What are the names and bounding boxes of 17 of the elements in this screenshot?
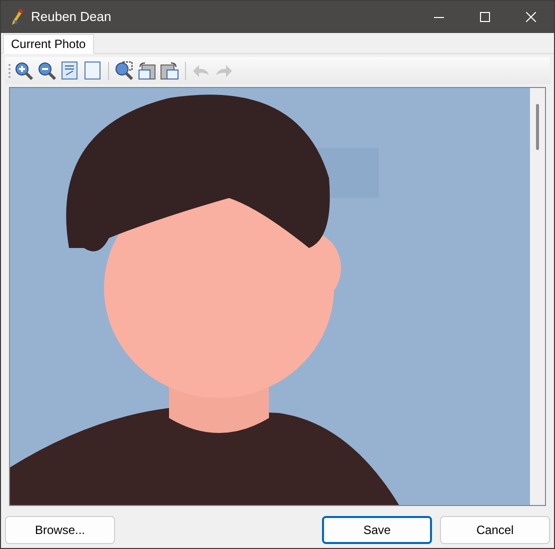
- rotate-right-icon[interactable]: [160, 60, 180, 80]
- rotate-left-icon[interactable]: [137, 60, 157, 80]
- close-icon: [526, 12, 536, 22]
- zoom-out-icon[interactable]: [37, 60, 57, 80]
- toolbar-grip-icon: [8, 62, 11, 78]
- minimize-icon: [434, 16, 444, 18]
- save-button[interactable]: Save: [322, 516, 432, 544]
- maximize-icon: [480, 12, 490, 22]
- browse-button[interactable]: Browse...: [5, 516, 115, 544]
- actual-size-icon[interactable]: [60, 60, 80, 80]
- window-title: Reuben Dean: [31, 8, 112, 26]
- zoom-in-icon[interactable]: [14, 60, 34, 80]
- scrollbar-thumb[interactable]: [536, 104, 539, 150]
- square-icon[interactable]: [83, 60, 103, 80]
- zoom-selection-icon[interactable]: [114, 60, 134, 80]
- tab[interactable]: Current Photo: [3, 34, 94, 54]
- cancel-button[interactable]: Cancel: [440, 516, 550, 544]
